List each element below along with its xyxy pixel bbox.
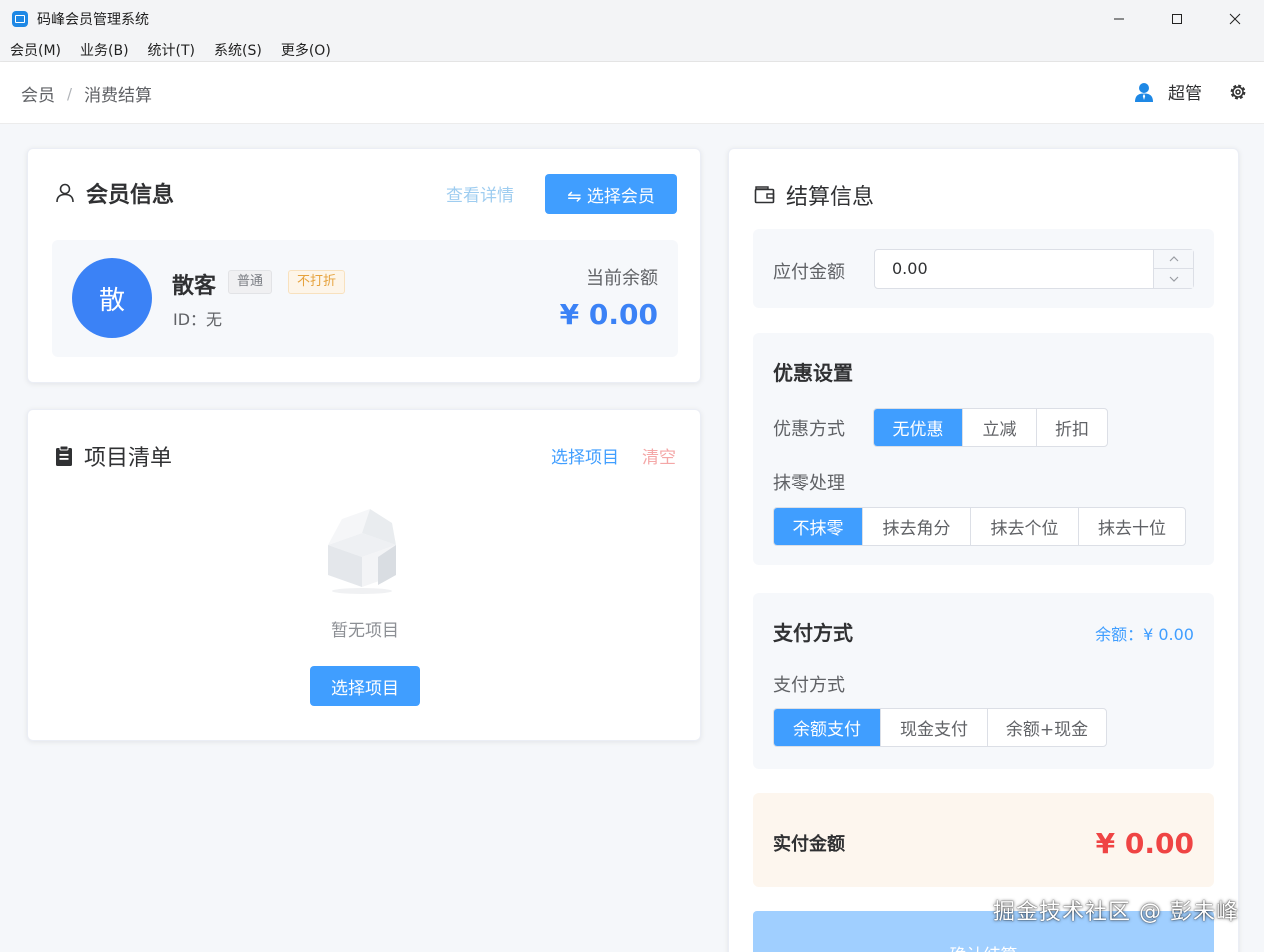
window-titlebar: 码峰会员管理系统: [0, 0, 1264, 38]
amount-input[interactable]: 0.00: [874, 249, 1194, 289]
increment-button[interactable]: [1154, 250, 1193, 269]
window-title: 码峰会员管理系统: [37, 12, 149, 28]
maximize-button[interactable]: [1148, 0, 1206, 38]
menu-statistics[interactable]: 统计(T): [148, 40, 195, 60]
user-menu[interactable]: 超管: [1133, 79, 1202, 104]
rounding-label: 抹零处理: [773, 473, 845, 494]
member-level-badge: 普通: [228, 270, 273, 294]
close-button[interactable]: [1206, 0, 1264, 38]
settlement-card-title: 结算信息: [786, 185, 875, 210]
clear-project-link[interactable]: 清空: [642, 443, 676, 468]
breadcrumb: 会员 / 消费结算: [21, 81, 153, 107]
user-avatar-icon: [1135, 82, 1153, 102]
rounding-group: 不抹零 抹去角分 抹去个位 抹去十位: [773, 507, 1186, 546]
user-outline-icon: [56, 183, 74, 203]
wallet-icon: [754, 186, 775, 204]
clipboard-icon: [56, 445, 72, 466]
watermark: 掘金技术社区 @ 彭未峰: [993, 900, 1239, 925]
discount-section: 优惠设置 优惠方式 无优惠 立减 折扣 抹零处理 不抹零 抹去角分 抹去个位 抹…: [753, 333, 1214, 565]
empty-state-text: 暂无项目: [331, 621, 399, 641]
rounding-tens-option[interactable]: 抹去十位: [1079, 508, 1185, 545]
minimize-button[interactable]: [1090, 0, 1148, 38]
actual-amount-value: ¥ 0.00: [1095, 827, 1194, 860]
close-icon: [1229, 13, 1241, 25]
chevron-up-icon: [1169, 256, 1178, 262]
payment-method-label: 支付方式: [773, 675, 845, 696]
member-summary: 散 散客 普通 不打折 ID：无 当前余额 ¥ 0.00: [52, 240, 678, 357]
member-id: ID：无: [173, 310, 223, 329]
actual-amount-panel: 实付金额 ¥ 0.00: [753, 793, 1214, 887]
payment-method-group: 余额支付 现金支付 余额+现金: [773, 708, 1107, 747]
menu-system[interactable]: 系统(S): [214, 40, 262, 60]
payment-balance: 余额：¥ 0.00: [1095, 625, 1194, 644]
view-details-link[interactable]: 查看详情: [446, 181, 514, 206]
rounding-cents-option[interactable]: 抹去角分: [863, 508, 971, 545]
avatar: 散: [72, 258, 152, 338]
actual-amount-label: 实付金额: [773, 834, 845, 855]
select-project-link[interactable]: 选择项目: [551, 443, 619, 468]
menu-business[interactable]: 业务(B): [80, 40, 129, 60]
select-member-button[interactable]: ⇋ 选择会员: [545, 174, 677, 214]
member-card-header: 会员信息: [54, 177, 174, 209]
main-content: 会员信息 查看详情 ⇋ 选择会员 散 散客 普通 不打折 ID：无 当前余额 ¥…: [0, 124, 1264, 952]
gear-icon[interactable]: [1228, 82, 1248, 102]
project-card-title: 项目清单: [84, 446, 173, 471]
payment-title: 支付方式: [773, 621, 853, 645]
menu-more[interactable]: 更多(O): [281, 40, 331, 60]
breadcrumb-current: 消费结算: [84, 86, 153, 106]
discount-none-option[interactable]: 无优惠: [874, 409, 963, 446]
pay-mixed-option[interactable]: 余额+现金: [988, 709, 1106, 746]
select-project-button[interactable]: 选择项目: [310, 666, 420, 706]
discount-method-label: 优惠方式: [773, 419, 845, 440]
amount-label: 应付金额: [773, 262, 845, 283]
settlement-card-header: 结算信息: [754, 179, 874, 211]
user-name: 超管: [1168, 84, 1202, 104]
rounding-none-option[interactable]: 不抹零: [774, 508, 863, 545]
balance-value: ¥ 0.00: [559, 298, 658, 331]
app-logo-icon: [12, 11, 28, 27]
menu-bar: 会员(M) 业务(B) 统计(T) 系统(S) 更多(O): [0, 38, 1264, 62]
chevron-down-icon: [1169, 276, 1178, 282]
discount-percent-option[interactable]: 折扣: [1037, 409, 1107, 446]
pay-cash-option[interactable]: 现金支付: [881, 709, 988, 746]
amount-value: 0.00: [892, 259, 928, 278]
discount-method-group: 无优惠 立减 折扣: [873, 408, 1108, 447]
discount-reduce-option[interactable]: 立减: [963, 409, 1037, 446]
member-name: 散客: [172, 274, 217, 299]
empty-box-icon: [328, 509, 396, 594]
minimize-icon: [1114, 18, 1124, 20]
balance-label: 当前余额: [586, 268, 658, 289]
member-info-card: 会员信息 查看详情 ⇋ 选择会员 散 散客 普通 不打折 ID：无 当前余额 ¥…: [27, 148, 701, 383]
maximize-icon: [1172, 14, 1182, 24]
window-controls: [1090, 0, 1264, 38]
payment-section: 支付方式 余额：¥ 0.00 支付方式 余额支付 现金支付 余额+现金: [753, 593, 1214, 769]
discount-badge: 不打折: [288, 270, 346, 294]
breadcrumb-separator: /: [67, 84, 73, 103]
settlement-card: 结算信息 应付金额 0.00 优惠设置 优惠方式 无优惠 立减 折扣 抹零处理 …: [728, 148, 1239, 952]
menu-member[interactable]: 会员(M): [10, 40, 61, 60]
rounding-ones-option[interactable]: 抹去个位: [971, 508, 1079, 545]
discount-title: 优惠设置: [773, 361, 853, 385]
amount-section: 应付金额 0.00: [753, 229, 1214, 308]
breadcrumb-member[interactable]: 会员: [21, 81, 55, 106]
app-header: 会员 / 消费结算 超管: [0, 62, 1264, 124]
pay-balance-option[interactable]: 余额支付: [774, 709, 881, 746]
decrement-button[interactable]: [1154, 269, 1193, 288]
project-list-card: 项目清单 选择项目 清空 暂无项目 选择项目: [27, 409, 701, 741]
project-card-header: 项目清单: [54, 440, 172, 472]
member-card-title: 会员信息: [86, 183, 175, 208]
amount-stepper: [1153, 250, 1193, 288]
